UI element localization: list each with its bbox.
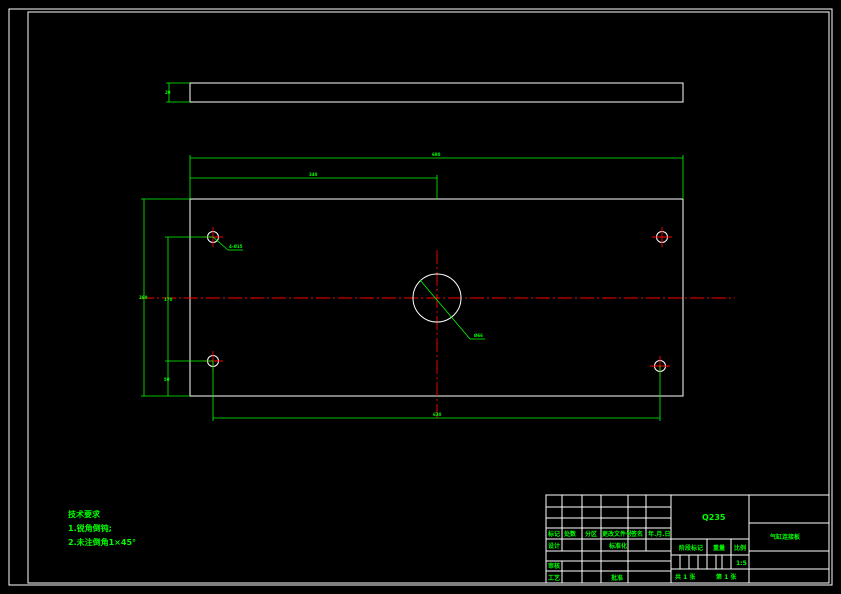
tb-material: Q235 xyxy=(702,513,726,522)
front-view: 680 340 280 170 50 630 4-Ø15 Ø66 xyxy=(139,152,735,421)
tb-sheet-num: 第 1 张 xyxy=(715,573,737,581)
tb-standardize: 标准化 xyxy=(608,542,627,550)
tb-date: 年.月.日 xyxy=(648,530,671,538)
notes-line-2: 2.未注倒角1×45° xyxy=(68,537,136,547)
side-view-outline xyxy=(189,82,684,103)
title-block: Q235 气缸连接板 标记 处数 分区 更改文件号 签名 年.月.日 设计 标准… xyxy=(545,494,830,584)
technical-notes: 技术要求 1.锐角倒钝; 2.未注倒角1×45° xyxy=(68,509,136,547)
tb-scale-value: 1:5 xyxy=(736,560,747,567)
dim-hole-offset-vertical: 50 xyxy=(164,377,170,382)
tb-sheet-total: 共 1 张 xyxy=(675,573,696,581)
tb-part-name: 气缸连接板 xyxy=(769,533,801,541)
tb-zone: 分区 xyxy=(585,530,597,538)
dim-hole-spacing-horizontal: 630 xyxy=(433,412,442,417)
tb-design: 设计 xyxy=(548,542,560,550)
tb-process: 工艺 xyxy=(548,574,560,582)
dim-overall-width: 680 xyxy=(432,152,441,157)
tb-qty: 处数 xyxy=(563,530,577,538)
tb-mark: 标记 xyxy=(547,530,560,538)
tb-review: 审核 xyxy=(548,562,560,570)
tb-stage-mark: 阶段标记 xyxy=(679,544,703,552)
notes-title: 技术要求 xyxy=(68,509,101,519)
dim-thickness: 20 xyxy=(165,90,171,95)
dim-small-holes: 4-Ø15 xyxy=(229,244,243,249)
inner-frame xyxy=(27,11,830,584)
dim-center-offset: 340 xyxy=(309,172,318,177)
plate-outline xyxy=(189,198,684,397)
dim-height: 280 xyxy=(139,295,148,300)
tb-approve: 批准 xyxy=(611,574,623,582)
side-view: 20 xyxy=(165,82,684,103)
tb-change-doc: 更改文件号 xyxy=(602,530,632,538)
dim-hole-spacing-vertical: 170 xyxy=(164,297,173,302)
tb-sign: 签名 xyxy=(630,530,643,538)
dim-center-hole: Ø66 xyxy=(474,333,483,338)
tb-scale-label: 比例 xyxy=(734,544,746,552)
outer-border xyxy=(8,8,833,586)
notes-line-1: 1.锐角倒钝; xyxy=(68,523,112,533)
cad-drawing: 20 680 340 280 170 50 630 4-Ø15 Ø66 技术要求… xyxy=(8,8,833,586)
tb-weight: 重量 xyxy=(713,544,725,552)
hole-top-right xyxy=(652,227,672,247)
